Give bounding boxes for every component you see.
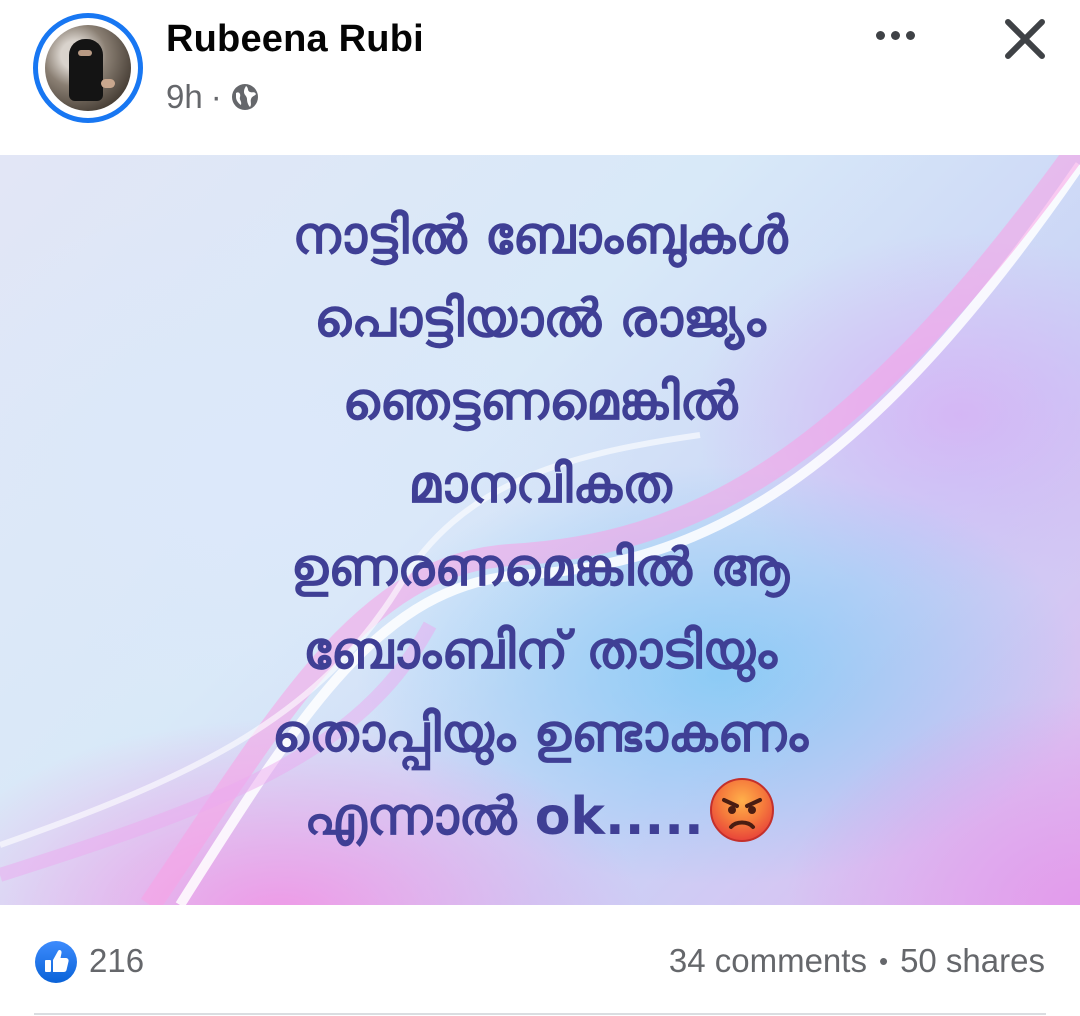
text-line: തൊപ്പിയും ഉണ്ടാകണം — [271, 704, 809, 764]
post-footer: 216 34 comments • 50 shares — [0, 905, 1080, 1016]
post-time[interactable]: 9h — [166, 78, 203, 116]
comments-count[interactable]: 34 comments — [669, 942, 867, 980]
text-line-last: എന്നാൽ ok..... — [130, 776, 950, 859]
post-meta: 9h · — [166, 78, 260, 116]
text-line: ഞെട്ടണമെങ്കിൽ — [342, 372, 738, 432]
like-count[interactable]: 216 — [89, 942, 144, 980]
post-header: Rubeena Rubi 9h · — [0, 0, 1080, 155]
angry-face-icon — [709, 778, 774, 842]
post-image-text: നാട്ടിൽ ബോംബുകൾ പൊട്ടിയാൽ രാജ്യം ഞെട്ടണമ… — [130, 195, 950, 859]
avatar-face — [78, 50, 92, 56]
avatar-hand — [101, 79, 115, 88]
footer-divider — [34, 1013, 1046, 1015]
engagement-stats: 34 comments • 50 shares — [669, 942, 1045, 980]
author-avatar-ring[interactable] — [33, 13, 143, 123]
text-line-final: എന്നാൽ ok..... — [304, 787, 704, 847]
stats-separator: • — [878, 945, 889, 976]
avatar[interactable] — [45, 25, 131, 111]
avatar-figure — [69, 39, 103, 101]
more-options-icon[interactable] — [870, 20, 920, 50]
text-line: പൊട്ടിയാൽ രാജ്യം — [314, 289, 766, 349]
text-line: ബോംബിന് താടിയും — [302, 621, 778, 681]
text-line: മാനവികത — [408, 455, 672, 515]
text-line: നാട്ടിൽ ബോംബുകൾ — [292, 206, 788, 266]
author-name[interactable]: Rubeena Rubi — [166, 18, 424, 61]
text-line: ഉണരണമെങ്കിൽ ആ — [290, 538, 790, 598]
shares-count[interactable]: 50 shares — [900, 942, 1045, 980]
close-icon[interactable] — [1000, 14, 1050, 64]
meta-separator: · — [210, 78, 222, 115]
post-image[interactable]: നാട്ടിൽ ബോംബുകൾ പൊട്ടിയാൽ രാജ്യം ഞെട്ടണമ… — [0, 155, 1080, 905]
like-icon[interactable] — [34, 940, 78, 984]
globe-icon[interactable] — [230, 82, 260, 112]
